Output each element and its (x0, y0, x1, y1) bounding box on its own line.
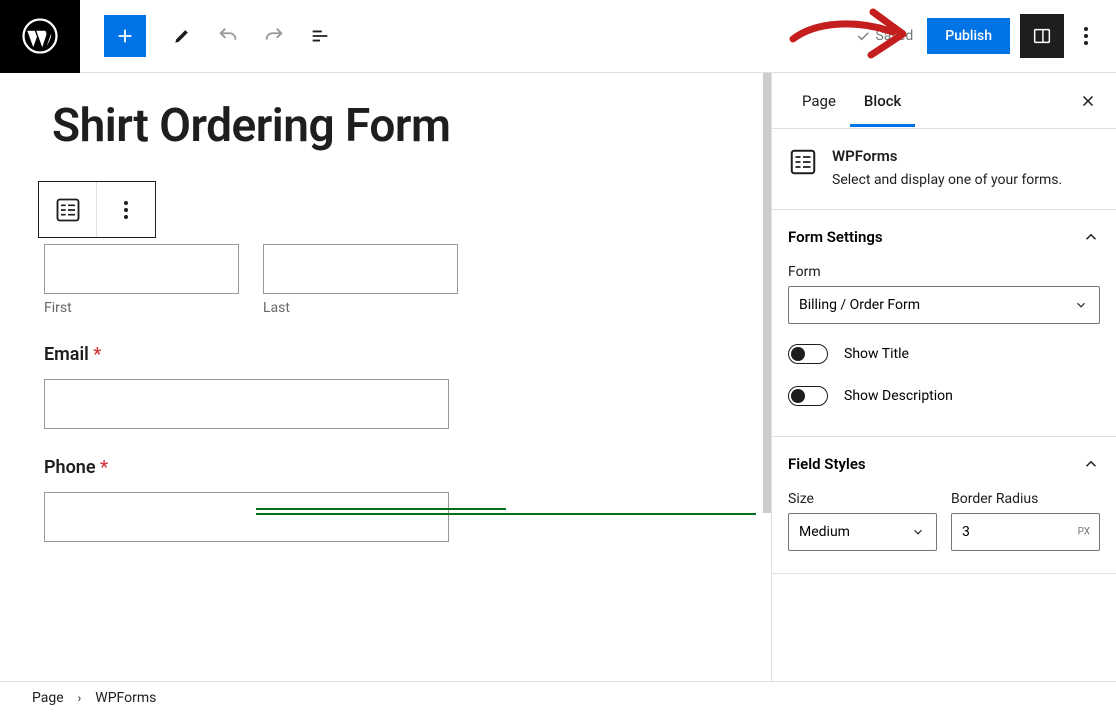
form-settings-panel-toggle[interactable]: Form Settings (772, 210, 1116, 264)
form-select-label: Form (788, 264, 1100, 280)
breadcrumb-current[interactable]: WPForms (95, 690, 156, 706)
decoration-line (256, 513, 756, 515)
edit-tool-icon[interactable] (170, 24, 194, 48)
tab-page[interactable]: Page (788, 76, 850, 126)
first-name-input[interactable] (44, 244, 239, 294)
phone-field-label: Phone * (44, 457, 727, 478)
breadcrumb-separator: › (78, 691, 82, 705)
chevron-up-icon (1082, 455, 1100, 473)
block-more-icon[interactable] (97, 182, 155, 237)
show-title-label: Show Title (844, 346, 909, 362)
block-type-icon[interactable] (39, 182, 97, 237)
form-select[interactable]: Billing / Order Form (788, 286, 1100, 324)
document-outline-icon[interactable] (308, 24, 332, 48)
tab-block[interactable]: Block (850, 76, 915, 126)
editor-canvas[interactable]: Shirt Ordering Form Name * First Last (0, 73, 772, 681)
field-styles-panel-toggle[interactable]: Field Styles (772, 437, 1116, 491)
publish-button[interactable]: Publish (927, 18, 1010, 54)
email-field-label: Email * (44, 344, 727, 365)
breadcrumb-root[interactable]: Page (32, 690, 64, 706)
chevron-up-icon (1082, 228, 1100, 246)
scrollbar[interactable] (763, 73, 771, 681)
wpforms-block-icon (788, 147, 818, 177)
last-name-input[interactable] (263, 244, 458, 294)
show-title-toggle[interactable] (788, 344, 828, 364)
border-radius-label: Border Radius (951, 491, 1100, 507)
sidebar-toggle-button[interactable] (1020, 14, 1064, 58)
add-block-button[interactable] (104, 15, 146, 57)
size-label: Size (788, 491, 937, 507)
last-sublabel: Last (263, 300, 458, 316)
decoration-line (256, 508, 506, 510)
show-description-toggle[interactable] (788, 386, 828, 406)
settings-sidebar: Page Block WPForms Select and display on… (772, 73, 1116, 681)
first-sublabel: First (44, 300, 239, 316)
email-input[interactable] (44, 379, 449, 429)
more-options-icon[interactable] (1074, 24, 1098, 48)
block-toolbar (38, 181, 156, 238)
block-description: Select and display one of your forms. (832, 171, 1062, 191)
show-description-label: Show Description (844, 388, 953, 404)
size-select[interactable]: Medium (788, 513, 937, 551)
wordpress-logo[interactable] (0, 0, 80, 73)
saved-status: Saved (855, 28, 913, 44)
close-sidebar-icon[interactable] (1076, 89, 1100, 113)
redo-icon[interactable] (262, 24, 286, 48)
block-name: WPForms (832, 147, 1062, 165)
check-icon (855, 28, 871, 44)
page-title[interactable]: Shirt Ordering Form (44, 103, 727, 149)
undo-icon[interactable] (216, 24, 240, 48)
breadcrumb: Page › WPForms (0, 681, 1116, 713)
px-unit-label: PX (1078, 526, 1090, 537)
phone-input[interactable] (44, 492, 449, 542)
